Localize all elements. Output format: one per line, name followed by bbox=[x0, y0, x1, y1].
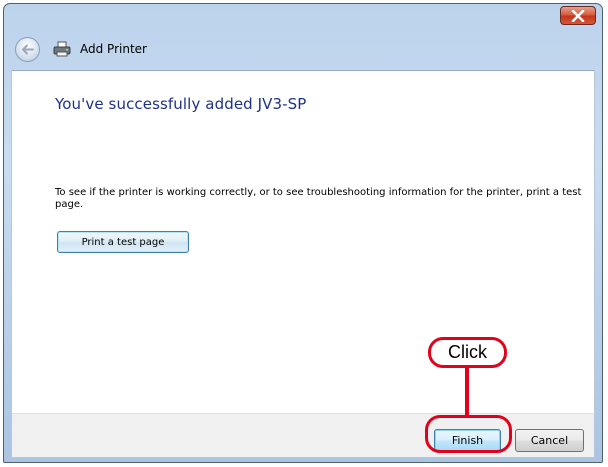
close-icon bbox=[571, 9, 585, 22]
annotation-callout: Click bbox=[428, 337, 507, 368]
wizard-header: Add Printer bbox=[10, 30, 596, 68]
printer-icon bbox=[53, 41, 71, 57]
back-arrow-icon bbox=[22, 44, 34, 54]
wizard-footer: Finish Cancel bbox=[11, 413, 595, 458]
back-button[interactable] bbox=[15, 36, 40, 62]
close-button[interactable] bbox=[560, 6, 596, 25]
wizard-content: You've successfully added JV3-SP To see … bbox=[11, 70, 595, 413]
print-test-page-button[interactable]: Print a test page bbox=[57, 231, 189, 253]
test-page-description: To see if the printer is working correct… bbox=[55, 187, 582, 210]
cancel-button[interactable]: Cancel bbox=[515, 429, 584, 452]
add-printer-window: Add Printer You've successfully added JV… bbox=[3, 3, 603, 463]
page-title: You've successfully added JV3-SP bbox=[55, 95, 307, 113]
finish-button[interactable]: Finish bbox=[434, 429, 501, 452]
window-title: Add Printer bbox=[80, 42, 147, 56]
